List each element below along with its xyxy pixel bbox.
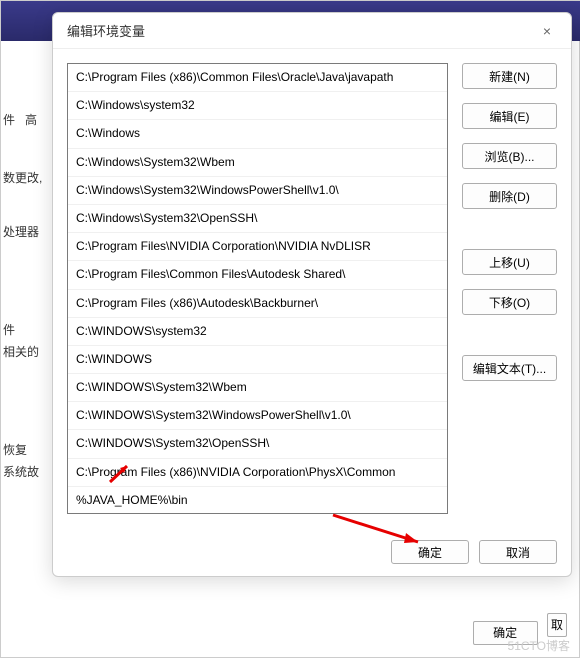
new-button[interactable]: 新建(N) [462,63,557,89]
close-icon: × [543,23,551,39]
parent-title: arc [19,46,36,60]
ok-button[interactable]: 确定 [391,540,469,564]
path-entry[interactable]: %JAVA_HOME%\bin [68,487,447,514]
path-entry[interactable]: C:\WINDOWS\System32\Wbem [68,374,447,402]
path-list[interactable]: C:\Program Files (x86)\Common Files\Orac… [67,63,448,514]
path-entry[interactable]: C:\Windows\System32\Wbem [68,149,447,177]
dialog-body: C:\Program Files (x86)\Common Files\Orac… [53,49,571,526]
close-button[interactable]: × [531,17,563,45]
path-entry[interactable]: C:\Windows\system32 [68,92,447,120]
move-up-button[interactable]: 上移(U) [462,249,557,275]
watermark: 51CTO博客 [508,637,570,654]
path-entry[interactable]: C:\Windows\System32\WindowsPowerShell\v1… [68,177,447,205]
path-entry[interactable]: C:\Program Files (x86)\Autodesk\Backburn… [68,290,447,318]
bg-line-3: 件 [1,321,15,338]
bg-line-1: 数更改, [1,169,42,186]
edit-env-var-dialog: 编辑环境变量 × C:\Program Files (x86)\Common F… [52,12,572,577]
path-entry[interactable]: C:\Program Files\Common Files\Autodesk S… [68,261,447,289]
path-entry[interactable]: C:\WINDOWS\system32 [68,318,447,346]
dialog-titlebar: 编辑环境变量 × [53,13,571,49]
path-entry[interactable]: C:\Windows\System32\OpenSSH\ [68,205,447,233]
bg-line-4: 相关的 [1,343,39,360]
side-buttons: 新建(N) 编辑(E) 浏览(B)... 删除(D) 上移(U) 下移(O) 编… [462,63,557,514]
bg-tab-1: 件 高 [1,111,37,128]
bg-line-6: 系统故 [1,463,39,480]
dialog-footer: 确定 取消 [391,540,557,564]
parent-cancel-button[interactable]: 取 [547,613,567,637]
path-entry[interactable]: C:\WINDOWS\System32\OpenSSH\ [68,430,447,458]
path-entry[interactable]: C:\Program Files (x86)\Common Files\Orac… [68,64,447,92]
delete-button[interactable]: 删除(D) [462,183,557,209]
path-entry[interactable]: C:\WINDOWS\System32\WindowsPowerShell\v1… [68,402,447,430]
edit-text-button[interactable]: 编辑文本(T)... [462,355,557,381]
bg-line-5: 恢复 [1,441,27,458]
path-entry[interactable]: C:\Program Files\NVIDIA Corporation\NVID… [68,233,447,261]
path-entry[interactable]: C:\Program Files (x86)\NVIDIA Corporatio… [68,459,447,487]
edit-button[interactable]: 编辑(E) [462,103,557,129]
bg-line-2: 处理器 [1,223,39,240]
move-down-button[interactable]: 下移(O) [462,289,557,315]
path-entry[interactable]: C:\Windows [68,120,447,148]
cancel-button[interactable]: 取消 [479,540,557,564]
browse-button[interactable]: 浏览(B)... [462,143,557,169]
path-entry[interactable]: C:\WINDOWS [68,346,447,374]
dialog-title: 编辑环境变量 [67,21,145,40]
